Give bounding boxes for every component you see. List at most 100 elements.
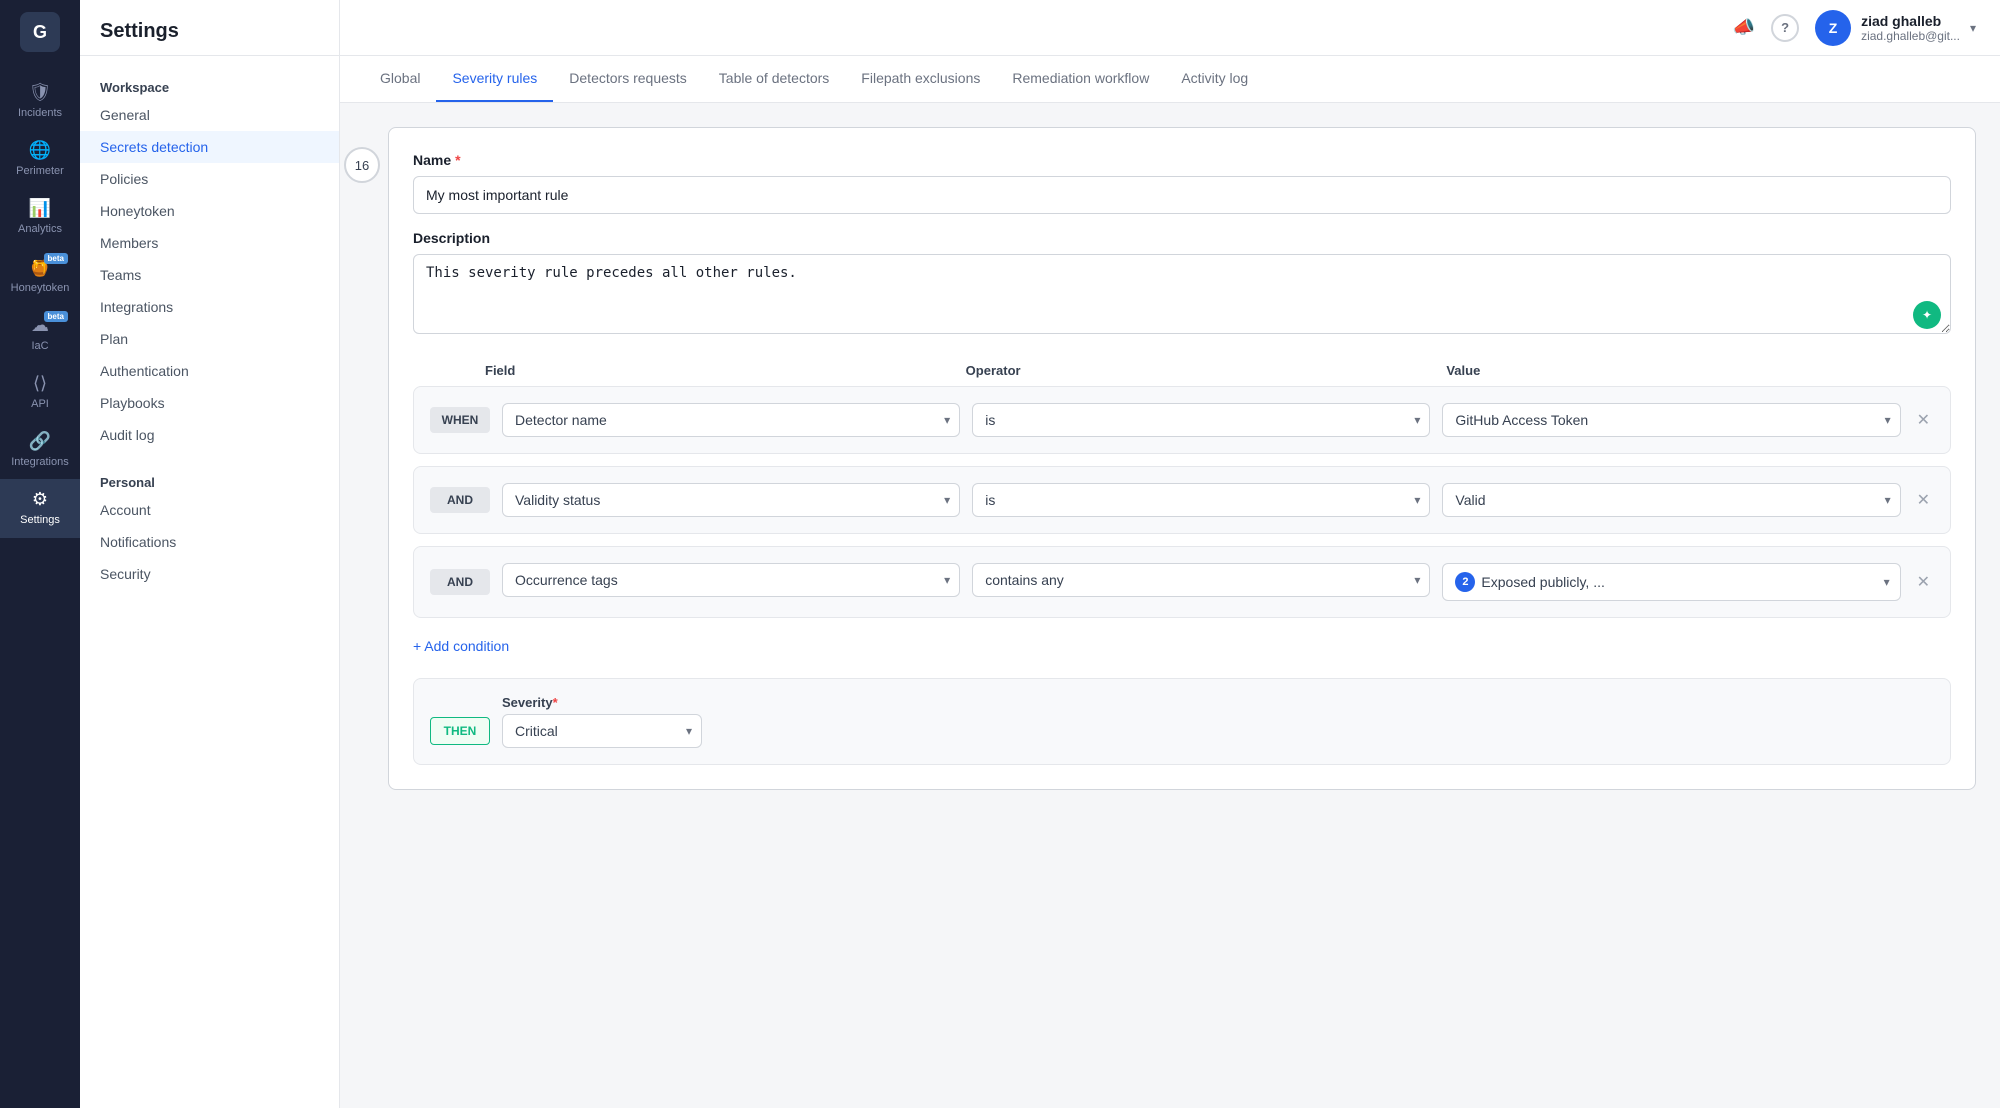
nav-item-incidents[interactable]: 🛡 Incidents <box>0 72 80 130</box>
when-value-col: GitHub Access Token ▾ <box>1442 403 1900 437</box>
name-input[interactable] <box>413 176 1951 214</box>
severity-col: Severity* Critical ▾ <box>502 695 702 748</box>
condition-delete-and2[interactable]: ✕ <box>1913 568 1934 596</box>
when-field-col: Detector name ▾ <box>502 403 960 437</box>
sidebar-item-plan[interactable]: Plan <box>80 323 339 355</box>
condition-delete-and1[interactable]: ✕ <box>1913 486 1934 514</box>
and2-value-col: 2 Exposed publicly, ... ▾ <box>1442 563 1900 601</box>
when-field-wrapper: Detector name ▾ <box>502 403 960 437</box>
nav-label-honeytoken: Honeytoken <box>11 282 70 295</box>
nav-item-honeytoken[interactable]: beta 🍯 Honeytoken <box>0 247 80 305</box>
nav-item-perimeter[interactable]: 🌐 Perimeter <box>0 130 80 188</box>
settings-icon: ⚙ <box>32 489 48 510</box>
nav-bar: G 🛡 Incidents 🌐 Perimeter 📊 Analytics be… <box>0 0 80 1108</box>
sidebar-item-notifications[interactable]: Notifications <box>80 526 339 558</box>
help-icon[interactable]: ? <box>1771 14 1799 42</box>
user-chevron-icon: ▾ <box>1970 21 1976 35</box>
and1-value-select[interactable]: Valid <box>1442 483 1900 517</box>
nav-label-incidents: Incidents <box>18 107 62 120</box>
tab-table-of-detectors[interactable]: Table of detectors <box>703 56 846 102</box>
when-columns: Detector name ▾ is ▾ <box>502 403 1901 437</box>
description-wrapper: This severity rule precedes all other ru… <box>413 254 1951 339</box>
rule-number: 16 <box>344 147 380 183</box>
severity-section: THEN Severity* Critical ▾ <box>413 678 1951 765</box>
sidebar-content: Workspace General Secrets detection Poli… <box>80 56 339 1108</box>
nav-item-settings[interactable]: ⚙ Settings <box>0 479 80 537</box>
personal-section-title: Personal <box>80 467 339 494</box>
tab-global[interactable]: Global <box>364 56 436 102</box>
severity-select[interactable]: Critical <box>502 714 702 748</box>
sidebar-item-honeytoken[interactable]: Honeytoken <box>80 195 339 227</box>
condition-row-and2: AND Occurrence tags ▾ <box>413 546 1951 618</box>
user-text: ziad ghalleb ziad.ghalleb@git... <box>1861 13 1960 43</box>
workspace-section-title: Workspace <box>80 72 339 99</box>
sidebar-item-teams[interactable]: Teams <box>80 259 339 291</box>
tab-filepath-exclusions[interactable]: Filepath exclusions <box>845 56 996 102</box>
ai-assist-icon[interactable]: ✦ <box>1913 301 1941 329</box>
tab-remediation-workflow[interactable]: Remediation workflow <box>996 56 1165 102</box>
when-value-select[interactable]: GitHub Access Token <box>1442 403 1900 437</box>
name-label: Name* <box>413 152 1951 168</box>
sidebar-item-authentication[interactable]: Authentication <box>80 355 339 387</box>
tab-activity-log[interactable]: Activity log <box>1165 56 1264 102</box>
severity-select-wrapper: Critical ▾ <box>502 714 702 748</box>
integrations-icon: 🔗 <box>29 431 51 452</box>
nav-item-api[interactable]: ⟨⟩ API <box>0 363 80 421</box>
perimeter-icon: 🌐 <box>29 140 51 161</box>
nav-item-iac[interactable]: beta ☁ IaC <box>0 305 80 363</box>
sidebar-item-members[interactable]: Members <box>80 227 339 259</box>
sidebar-item-integrations[interactable]: Integrations <box>80 291 339 323</box>
tab-severity-rules[interactable]: Severity rules <box>436 56 553 102</box>
tabs-bar: Global Severity rules Detectors requests… <box>340 56 2000 103</box>
and2-operator-col: contains any ▾ <box>972 563 1430 597</box>
nav-label-iac: IaC <box>31 340 48 353</box>
sidebar-item-audit-log[interactable]: Audit log <box>80 419 339 451</box>
nav-item-analytics[interactable]: 📊 Analytics <box>0 188 80 246</box>
when-label: WHEN <box>430 407 490 433</box>
rule-card: Name* Description This severity rule pre… <box>388 127 1976 790</box>
sidebar-item-security[interactable]: Security <box>80 558 339 590</box>
and2-value-text: Exposed publicly, ... <box>1481 574 1867 590</box>
notification-icon[interactable]: 📣 <box>1733 17 1755 38</box>
description-input[interactable]: This severity rule precedes all other ru… <box>413 254 1951 334</box>
when-operator-select[interactable]: is <box>972 403 1430 437</box>
tab-detectors-requests[interactable]: Detectors requests <box>553 56 703 102</box>
and2-field-select[interactable]: Occurrence tags <box>502 563 960 597</box>
nav-label-analytics: Analytics <box>18 223 62 236</box>
content-area: 16 Name* Description This severity rule … <box>340 103 2000 1108</box>
nav-item-integrations[interactable]: 🔗 Integrations <box>0 421 80 479</box>
analytics-icon: 📊 <box>29 198 51 219</box>
top-header: 📣 ? Z ziad ghalleb ziad.ghalleb@git... ▾ <box>340 0 2000 56</box>
when-value-wrapper: GitHub Access Token ▾ <box>1442 403 1900 437</box>
conditions-section: Field Operator Value WHEN Detecto <box>413 363 1951 765</box>
nav-label-perimeter: Perimeter <box>16 165 64 178</box>
when-field-select[interactable]: Detector name <box>502 403 960 437</box>
nav-logo: G <box>20 12 60 52</box>
add-condition-button[interactable]: + Add condition <box>413 630 1951 662</box>
sidebar-item-policies[interactable]: Policies <box>80 163 339 195</box>
main-content: 📣 ? Z ziad ghalleb ziad.ghalleb@git... ▾… <box>340 0 2000 1108</box>
and2-field-col: Occurrence tags ▾ <box>502 563 960 597</box>
and2-value-badge: 2 <box>1455 572 1475 592</box>
sidebar-item-general[interactable]: General <box>80 99 339 131</box>
sidebar-item-playbooks[interactable]: Playbooks <box>80 387 339 419</box>
and2-operator-select[interactable]: contains any <box>972 563 1430 597</box>
user-menu[interactable]: Z ziad ghalleb ziad.ghalleb@git... ▾ <box>1815 10 1976 46</box>
condition-row-and1: AND Validity status ▾ <box>413 466 1951 534</box>
value-header: Value <box>1446 363 1915 378</box>
and1-value-col: Valid ▾ <box>1442 483 1900 517</box>
severity-label: Severity* <box>502 695 702 710</box>
nav-label-integrations: Integrations <box>11 456 68 469</box>
and1-label: AND <box>430 487 490 513</box>
condition-delete-when[interactable]: ✕ <box>1913 406 1934 434</box>
then-label: THEN <box>430 717 490 745</box>
and1-field-wrapper: Validity status ▾ <box>502 483 960 517</box>
and1-field-select[interactable]: Validity status <box>502 483 960 517</box>
sidebar-item-secrets-detection[interactable]: Secrets detection <box>80 131 339 163</box>
and1-operator-select[interactable]: is <box>972 483 1430 517</box>
sidebar-item-account[interactable]: Account <box>80 494 339 526</box>
user-name: ziad ghalleb <box>1861 13 1960 29</box>
condition-row-when: WHEN Detector name ▾ <box>413 386 1951 454</box>
user-email: ziad.ghalleb@git... <box>1861 29 1960 43</box>
and2-value-select[interactable]: 2 Exposed publicly, ... ▾ <box>1442 563 1900 601</box>
